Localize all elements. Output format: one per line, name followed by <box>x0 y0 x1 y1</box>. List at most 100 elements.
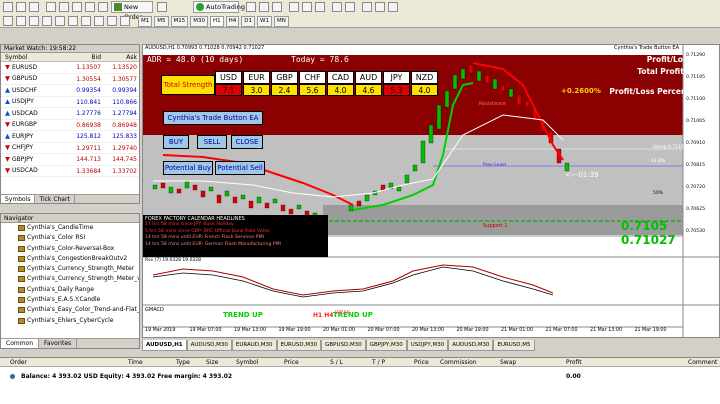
terminal-col[interactable]: Size <box>206 358 218 367</box>
chart-window[interactable]: AUDUSD,H1 0.70993 0.71028 0.70942 0.7102… <box>142 44 720 338</box>
table-row[interactable]: USDCAD 1.27776 1.27794 <box>1 108 139 120</box>
hline-icon[interactable] <box>42 16 52 26</box>
chart-tab[interactable]: GBPUSD,M30 <box>321 340 366 351</box>
table-row[interactable]: EURUSD 1.13507 1.13520 <box>1 62 139 74</box>
navigator-item[interactable]: Cynthia's_Currency_Strength_Meter <box>1 264 139 274</box>
navigator-item[interactable]: Cynthia's_Color-Reversal-Box <box>1 244 139 254</box>
text-icon[interactable] <box>94 16 104 26</box>
market-watch-icon[interactable] <box>46 2 56 12</box>
period-h4[interactable]: H4 <box>225 16 240 27</box>
terminal-icon[interactable] <box>85 2 95 12</box>
vline-icon[interactable] <box>29 16 39 26</box>
terminal-col[interactable]: Comment <box>688 358 717 367</box>
terminal-col[interactable]: Price <box>284 358 299 367</box>
chart-tab[interactable]: USDJPY,M30 <box>406 340 449 351</box>
crosshair-icon[interactable] <box>16 16 26 26</box>
navigator-icon[interactable] <box>72 2 82 12</box>
navigator-item[interactable]: Cynthia's_Daily Range <box>1 285 139 295</box>
chart-tab[interactable]: EURUSD,M30 <box>276 340 322 351</box>
terminal-col[interactable]: Time <box>128 358 143 367</box>
tab-common[interactable]: Common <box>1 339 40 348</box>
autoscroll-icon[interactable] <box>332 2 342 12</box>
navigator-item[interactable]: Cynthia's_CongestionBreakOutv2 <box>1 254 139 264</box>
tester-icon[interactable] <box>98 2 108 12</box>
tab-tick-chart[interactable]: Tick Chart <box>35 195 75 203</box>
zoom-in-icon[interactable] <box>289 2 299 12</box>
tile-icon[interactable] <box>315 2 325 12</box>
table-row[interactable]: CHFJPY 1.29711 1.29740 <box>1 143 139 154</box>
sell-button[interactable]: SELL <box>197 135 227 149</box>
table-row[interactable]: USDJPY 110.841 110.866 <box>1 97 139 108</box>
period-w1[interactable]: W1 <box>257 16 272 27</box>
chart-tab[interactable]: EURAUD,M30 <box>231 340 277 351</box>
label-icon[interactable] <box>107 16 117 26</box>
table-row[interactable]: EURGBP 0.86938 0.86948 <box>1 120 139 131</box>
fibo-icon[interactable] <box>81 16 91 26</box>
chart-tab[interactable]: GBPJPY,M30 <box>365 340 407 351</box>
tab-symbols[interactable]: Symbols <box>1 195 36 203</box>
chart-tab[interactable]: AUDUSD,M30 <box>448 340 494 351</box>
auto-trading-button[interactable]: AutoTrading <box>193 1 245 13</box>
table-row[interactable]: USDCHF 0.99354 0.99394 <box>1 85 139 97</box>
col-ask[interactable]: Ask <box>101 53 139 61</box>
period-mn[interactable]: MN <box>273 16 289 27</box>
save-icon[interactable] <box>29 2 39 12</box>
channel-icon[interactable] <box>68 16 78 26</box>
new-order-button[interactable]: New Order <box>111 1 153 21</box>
indicator-icon <box>18 317 25 324</box>
navigator-item[interactable]: Cynthia's_Easy_Color_Trend-and-Flat_Al <box>1 305 139 315</box>
period-m5[interactable]: M5 <box>154 16 169 27</box>
buy-button[interactable]: BUY <box>163 135 189 149</box>
terminal-col[interactable]: T / P <box>372 358 385 367</box>
terminal-col[interactable]: S / L <box>330 358 343 367</box>
tab-favorites[interactable]: Favorites <box>39 339 78 348</box>
navigator-item[interactable]: Cynthia's_Currency_Strength_Meter_v2 <box>1 274 139 284</box>
potential-buy-button[interactable]: Potential Buy <box>163 161 213 175</box>
navigator-item[interactable]: Cynthia's_Color RSI <box>1 233 139 243</box>
terminal-col[interactable]: Profit <box>566 358 582 367</box>
period-m15[interactable]: M15 <box>170 16 189 27</box>
terminal-col[interactable]: Order <box>10 358 27 367</box>
terminal-col[interactable]: Type <box>176 358 190 367</box>
chart-line-icon[interactable] <box>272 2 282 12</box>
close-button[interactable]: CLOSE <box>231 135 263 149</box>
period-h1[interactable]: H1 <box>210 16 224 27</box>
shift-icon[interactable] <box>345 2 355 12</box>
gmacd-label: GMACD <box>145 307 164 313</box>
navigator-item[interactable]: Cynthia's_Ehlers_CyberCycle <box>1 316 139 326</box>
new-chart-icon[interactable] <box>3 2 13 12</box>
zoom-out-icon[interactable] <box>302 2 312 12</box>
open-icon[interactable] <box>16 2 26 12</box>
templates-icon[interactable] <box>388 2 398 12</box>
terminal-col[interactable]: Commission <box>440 358 477 367</box>
candle <box>484 74 490 84</box>
potential-sell-button[interactable]: Potential Sell <box>215 161 265 175</box>
table-row[interactable]: GBPJPY 144.713 144.745 <box>1 154 139 166</box>
price-tick: 0.71100 <box>686 97 705 102</box>
period-m1[interactable]: M1 <box>138 16 153 27</box>
meta-editor-icon[interactable] <box>157 2 167 12</box>
terminal-col[interactable]: Price <box>414 358 429 367</box>
navigator-item[interactable]: Cynthia's_CandleTime <box>1 223 139 233</box>
table-row[interactable]: GBPUSD 1.30554 1.30577 <box>1 74 139 85</box>
chart-tab[interactable]: EURUSD,M5 <box>493 340 535 351</box>
period-m30[interactable]: M30 <box>190 16 208 27</box>
terminal-col[interactable]: Swap <box>500 358 516 367</box>
arrow-icon[interactable] <box>120 16 130 26</box>
trendline-icon[interactable] <box>55 16 65 26</box>
table-row[interactable]: USDCAD 1.33684 1.33702 <box>1 166 139 177</box>
indicators-icon[interactable] <box>362 2 372 12</box>
terminal-col[interactable]: Symbol <box>236 358 258 367</box>
data-window-icon[interactable] <box>59 2 69 12</box>
period-icon[interactable] <box>375 2 385 12</box>
chart-candle-icon[interactable] <box>259 2 269 12</box>
col-bid[interactable]: Bid <box>63 53 101 61</box>
navigator-item[interactable]: Cynthia's_E.A.S.Y.Candle <box>1 295 139 305</box>
col-symbol[interactable]: Symbol <box>1 53 63 61</box>
table-row[interactable]: EURJPY 125.812 125.833 <box>1 131 139 143</box>
chart-bar-icon[interactable] <box>246 2 256 12</box>
cursor-icon[interactable] <box>3 16 13 26</box>
chart-tab[interactable]: AUDUSD,H1 <box>142 340 187 351</box>
chart-tab[interactable]: AUDUSD,M30 <box>186 340 232 351</box>
period-d1[interactable]: D1 <box>241 16 256 27</box>
